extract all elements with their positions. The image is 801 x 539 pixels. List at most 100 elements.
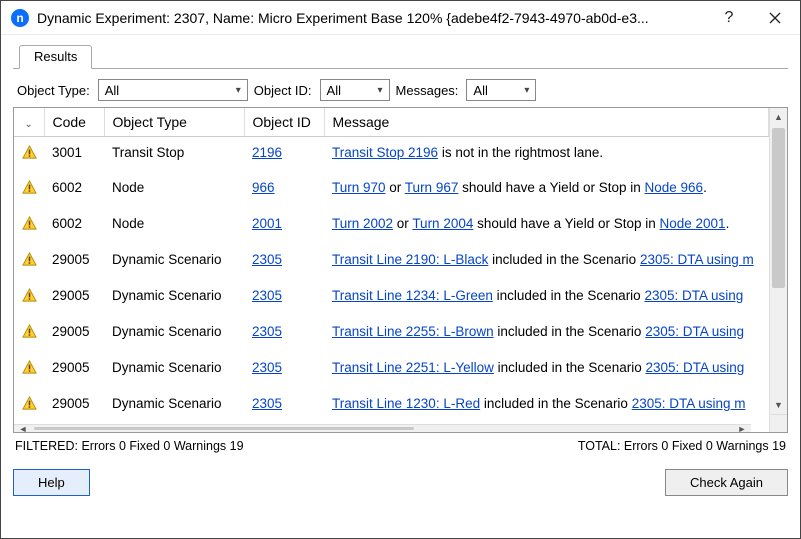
scroll-right-icon[interactable]: ► xyxy=(733,425,751,432)
help-titlebar-button[interactable]: ? xyxy=(706,2,752,34)
object-id-link[interactable]: 2305 xyxy=(252,288,282,303)
scroll-down-icon[interactable]: ▼ xyxy=(770,396,787,414)
cell-object-type: Dynamic Scenario xyxy=(104,388,244,424)
table-body: 3001Transit Stop 2196 Transit Stop 2196 is… xyxy=(14,136,769,424)
object-id-link[interactable]: 966 xyxy=(252,180,275,195)
messages-label: Messages: xyxy=(396,83,459,98)
object-id-link[interactable]: 2305 xyxy=(252,360,282,375)
tabstrip: Results xyxy=(13,41,788,69)
vscroll-thumb[interactable] xyxy=(772,128,785,288)
table-row[interactable]: 29005Dynamic Scenario 2305 Transit Line 12… xyxy=(14,388,769,424)
messages-combo[interactable]: All ▾ xyxy=(466,79,536,101)
scroll-left-icon[interactable]: ◄ xyxy=(14,425,32,432)
check-again-button[interactable]: Check Again xyxy=(665,469,788,496)
cell-object-id: 2305 xyxy=(244,388,324,424)
cell-code: 3001 xyxy=(44,136,104,172)
cell-object-id: 2305 xyxy=(244,316,324,352)
cell-message: Transit Line 2255: L-Brown included in t… xyxy=(324,316,769,352)
vertical-scrollbar[interactable]: ▲ ▼ xyxy=(769,108,787,432)
cell-message: Transit Line 2190: L-Black included in t… xyxy=(324,244,769,280)
table-row[interactable]: 29005Dynamic Scenario 2305 Transit Line 22… xyxy=(14,352,769,388)
message-link[interactable]: Turn 2002 xyxy=(332,216,393,231)
table-header-row: ⌄ Code Object Type Object ID Message xyxy=(14,108,769,136)
status-row: FILTERED: Errors 0 Fixed 0 Warnings 19 T… xyxy=(13,433,788,453)
object-id-link[interactable]: 2305 xyxy=(252,396,282,411)
message-link[interactable]: Transit Stop 2196 xyxy=(332,145,438,160)
col-message[interactable]: Message xyxy=(324,108,769,136)
message-link[interactable]: 2305: DTA using xyxy=(645,324,744,339)
tab-results[interactable]: Results xyxy=(19,45,92,69)
cell-object-type: Dynamic Scenario xyxy=(104,316,244,352)
messages-value: All xyxy=(473,83,487,98)
col-object-id[interactable]: Object ID xyxy=(244,108,324,136)
cell-message: Transit Line 2251: L-Yellow included in … xyxy=(324,352,769,388)
cell-message: Turn 2002 or Turn 2004 should have a Yie… xyxy=(324,208,769,244)
window-title: Dynamic Experiment: 2307, Name: Micro Ex… xyxy=(37,10,706,26)
close-button[interactable] xyxy=(752,2,798,34)
message-link[interactable]: Turn 967 xyxy=(405,180,459,195)
object-id-label: Object ID: xyxy=(254,83,312,98)
message-link[interactable]: Turn 970 xyxy=(332,180,386,195)
object-id-link[interactable]: 2305 xyxy=(252,324,282,339)
table-row[interactable]: 6002Node2001Turn 2002 or Turn 2004 shoul… xyxy=(14,208,769,244)
table-row[interactable]: 29005Dynamic Scenario 2305 Transit Line 22… xyxy=(14,316,769,352)
message-link[interactable]: 2305: DTA using m xyxy=(632,396,746,411)
warning-icon xyxy=(14,244,44,280)
table-row[interactable]: 29005Dynamic Scenario2305Transit Line 21… xyxy=(14,244,769,280)
object-id-link[interactable]: 2305 xyxy=(252,252,282,267)
message-link[interactable]: 2305: DTA using m xyxy=(640,252,754,267)
warning-icon xyxy=(14,316,44,352)
cell-object-id: 2001 xyxy=(244,208,324,244)
message-link[interactable]: 2305: DTA using xyxy=(645,360,744,375)
table-row[interactable]: 29005Dynamic Scenario2305Transit Line 12… xyxy=(14,280,769,316)
cell-object-type: Node xyxy=(104,208,244,244)
object-type-combo[interactable]: All ▾ xyxy=(98,79,248,101)
filter-row: Object Type: All ▾ Object ID: All ▾ Mess… xyxy=(13,69,788,107)
message-link[interactable]: Node 2001 xyxy=(660,216,726,231)
scroll-corner xyxy=(769,414,787,432)
cell-object-id: 966 xyxy=(244,172,324,208)
app-icon: n xyxy=(11,9,29,27)
horizontal-scrollbar[interactable]: ◄ ► xyxy=(14,424,751,432)
chevron-down-icon: ▾ xyxy=(378,85,383,96)
col-object-type[interactable]: Object Type xyxy=(104,108,244,136)
hscroll-thumb[interactable] xyxy=(34,427,414,430)
cell-code: 29005 xyxy=(44,388,104,424)
cell-message: Transit Stop 2196 is not in the rightmos… xyxy=(324,136,769,172)
warning-icon xyxy=(14,352,44,388)
results-grid: ⌄ Code Object Type Object ID Message 300… xyxy=(13,107,788,433)
chevron-down-icon: ▾ xyxy=(524,85,529,96)
cell-code: 29005 xyxy=(44,280,104,316)
cell-object-type: Transit Stop xyxy=(104,136,244,172)
message-link[interactable]: Transit Line 1234: L-Green xyxy=(332,288,493,303)
cell-code: 29005 xyxy=(44,352,104,388)
cell-message: Transit Line 1230: L-Red included in the… xyxy=(324,388,769,424)
cell-object-type: Node xyxy=(104,172,244,208)
col-sort-icon[interactable]: ⌄ xyxy=(14,108,44,136)
message-link[interactable]: Transit Line 2190: L-Black xyxy=(332,252,488,267)
table-row[interactable]: 6002Node966Turn 970 or Turn 967 should h… xyxy=(14,172,769,208)
object-id-link[interactable]: 2196 xyxy=(252,145,282,160)
col-code[interactable]: Code xyxy=(44,108,104,136)
help-button[interactable]: Help xyxy=(13,469,90,496)
message-link[interactable]: Transit Line 2255: L-Brown xyxy=(332,324,494,339)
cell-object-id: 2305 xyxy=(244,280,324,316)
button-row: Help Check Again xyxy=(13,453,788,496)
cell-code: 29005 xyxy=(44,316,104,352)
object-id-value: All xyxy=(327,83,341,98)
table-row[interactable]: 3001Transit Stop 2196 Transit Stop 2196 is… xyxy=(14,136,769,172)
object-id-combo[interactable]: All ▾ xyxy=(320,79,390,101)
cell-message: Turn 970 or Turn 967 should have a Yield… xyxy=(324,172,769,208)
object-id-link[interactable]: 2001 xyxy=(252,216,282,231)
scroll-up-icon[interactable]: ▲ xyxy=(770,108,787,126)
message-link[interactable]: 2305: DTA using xyxy=(644,288,743,303)
object-type-value: All xyxy=(105,83,119,98)
status-total: TOTAL: Errors 0 Fixed 0 Warnings 19 xyxy=(578,439,786,453)
warning-icon xyxy=(14,136,44,172)
message-link[interactable]: Transit Line 1230: L-Red xyxy=(332,396,480,411)
message-link[interactable]: Turn 2004 xyxy=(412,216,473,231)
message-link[interactable]: Node 966 xyxy=(645,180,704,195)
cell-message: Transit Line 1234: L-Green included in t… xyxy=(324,280,769,316)
cell-object-type: Dynamic Scenario xyxy=(104,352,244,388)
message-link[interactable]: Transit Line 2251: L-Yellow xyxy=(332,360,494,375)
